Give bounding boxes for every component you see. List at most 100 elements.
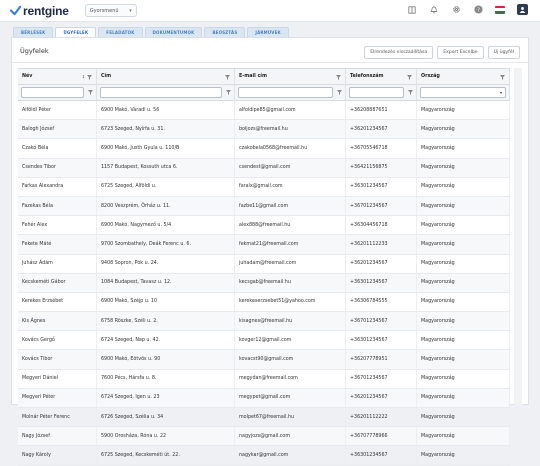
email-cell: megydan@freemail.com <box>235 369 346 388</box>
table-row[interactable]: Csendes Tibor 1157 Budapest, Kossuth utca… <box>18 158 510 178</box>
new-customer-button[interactable]: Új ügyfél <box>487 46 520 59</box>
filter-address-input[interactable] <box>100 87 222 98</box>
column-header-country[interactable]: Ország <box>417 69 510 84</box>
column-header-name[interactable]: Név ↕ <box>18 69 97 84</box>
table-row[interactable]: Balogh József 6723 Szeged, Nyírfa u. 31. b… <box>18 120 510 140</box>
address-cell: 1084 Budapest, Tavasz u. 12. <box>97 273 235 292</box>
email-cell: alex888@freemail.hu <box>235 216 346 235</box>
filter-email-input[interactable] <box>238 87 333 98</box>
tab-jarmuvek[interactable]: JÁRMŰVEK <box>247 27 289 37</box>
address-cell: 6725 Szeged, Alföldi u. <box>97 177 235 196</box>
brand-logo[interactable]: rentgine <box>10 4 69 18</box>
filter-icon[interactable] <box>407 75 412 80</box>
table-row[interactable]: Megyeri Péter 6724 Szeged, Igen u. 23 megy… <box>18 388 510 408</box>
email-cell: kecsgab@freemail.hu <box>235 273 346 292</box>
gear-icon[interactable] <box>451 5 461 15</box>
bell-icon[interactable] <box>429 5 439 15</box>
address-cell: 6724 Szeged, Igen u. 23 <box>97 388 235 407</box>
table-row[interactable]: Kovács Tibor 6900 Makó, Eötvös u. 90 kovac… <box>18 350 510 370</box>
table-row[interactable]: Czakó Béla 6900 Makó, Justh Gyula u. 110/… <box>18 139 510 159</box>
reset-layout-button[interactable]: Elrendezés visszaállítása <box>364 46 434 59</box>
filter-name-input[interactable] <box>21 87 84 98</box>
phone-cell: +36201234567 <box>346 120 417 139</box>
email-cell: fazbe11@gmail.com <box>235 196 346 216</box>
email-cell: csendest@gmail.com <box>235 158 346 177</box>
flag-icon[interactable] <box>495 5 505 14</box>
email-cell: faralx@gmail.com <box>235 177 346 196</box>
filter-country-select[interactable]: ▾ <box>420 87 506 98</box>
email-cell: czakobela0568@freemail.hu <box>235 139 346 158</box>
name-cell: Balogh József <box>18 120 97 139</box>
address-cell: 5900 Orosháza, Róna u. 22 <box>97 427 235 446</box>
grid-body: Alföldi Péter 6900 Makó, Váradi u. 56 alfo… <box>18 101 510 466</box>
address-cell: 6900 Makó, Nagymező u. 5/4 <box>97 216 235 235</box>
name-cell: Fekete Máté <box>18 235 97 254</box>
table-row[interactable]: Molnár Péter Ferenc 6726 Szeged, Szélia u… <box>18 408 510 428</box>
filter-icon[interactable] <box>336 75 341 80</box>
table-row[interactable]: Kis Ágnes 6758 Röszke, Széli u. 2. kisagne… <box>18 312 510 332</box>
filter-icon[interactable] <box>87 75 92 80</box>
country-cell: Magyarország <box>417 408 510 427</box>
quick-menu-dropdown[interactable]: Gyorsmenü ▾ <box>84 4 137 17</box>
brand-name: rentgine <box>23 3 69 18</box>
table-row[interactable]: Nagy Károly 6725 Szeged, Kecskeméti út. 2… <box>18 446 510 466</box>
email-cell: boljozs@freemail.hu <box>235 120 346 139</box>
user-icon[interactable] <box>517 4 528 15</box>
customers-panel: Ügyfelek Elrendezés visszaállítása Expor… <box>11 37 529 466</box>
vertical-scrollbar[interactable] <box>514 68 522 406</box>
table-row[interactable]: Nagy József 5900 Orosháza, Róna u. 22 nagy… <box>18 427 510 447</box>
column-header-address[interactable]: Cím <box>97 69 235 84</box>
address-cell: 6726 Szeged, Szélia u. 34 <box>97 408 235 427</box>
country-cell: Magyarország <box>417 369 510 388</box>
address-cell: 9700 Szombathely, Deák Ferenc u. 6. <box>97 235 235 254</box>
country-cell: Magyarország <box>417 235 510 254</box>
table-row[interactable]: Fazekas Béla 8200 Veszprém, Őrház u. 11. f… <box>18 196 510 217</box>
country-cell: Magyarország <box>417 120 510 139</box>
column-header-phone[interactable]: Telefonszám <box>346 69 417 84</box>
table-row[interactable]: Fehér Alex 6900 Makó, Nagymező u. 5/4 alex… <box>18 216 510 236</box>
table-row[interactable]: Kovács Gergő 6724 Szeged, Nap u. 42. kovge… <box>18 331 510 351</box>
filter-icon[interactable] <box>408 90 413 95</box>
column-header-label: E-mail cím <box>239 74 267 79</box>
phone-cell: +36306784555 <box>346 292 417 312</box>
name-cell: Farkas Alexandra <box>18 177 97 196</box>
name-cell: Megyeri Péter <box>18 388 97 407</box>
name-cell: Kovács Gergő <box>18 331 97 350</box>
address-cell: 7600 Pécs, Hársfa u. 8. <box>97 369 235 388</box>
filter-icon[interactable] <box>337 90 342 95</box>
table-row[interactable]: Juhász Ádám 9408 Sopron, Pók u. 24. juhada… <box>18 254 510 274</box>
table-row[interactable]: Megyeri Dániel 7600 Pécs, Hársfa u. 8. meg… <box>18 369 510 389</box>
table-row[interactable]: Kerekes Erzsébet 6900 Makó, Széjp u. 10 ke… <box>18 292 510 313</box>
filter-icon[interactable] <box>500 75 505 80</box>
email-cell: kovger12@gmail.com <box>235 331 346 350</box>
table-row[interactable]: Farkas Alexandra 6725 Szeged, Alföldi u. f… <box>18 177 510 197</box>
filter-icon[interactable] <box>225 75 230 80</box>
name-cell: Nagy József <box>18 427 97 446</box>
address-cell: 6725 Szeged, Kecskeméti út. 22. <box>97 446 235 465</box>
customers-grid: Név ↕ Cím E-mail cím Telefonszám Ország <box>18 68 510 466</box>
name-cell: Kerekes Erzsébet <box>18 292 97 312</box>
tab-dokumentumok[interactable]: DOKUMENTUMOK <box>144 27 203 37</box>
tab-feladatok[interactable]: FELADATOK <box>98 27 143 37</box>
table-row[interactable]: Kecskeméti Gábor 1084 Budapest, Tavasz u.… <box>18 273 510 293</box>
name-cell: Fehér Alex <box>18 216 97 235</box>
country-cell: Magyarország <box>417 254 510 273</box>
table-row[interactable]: Fekete Máté 9700 Szombathely, Deák Ferenc… <box>18 235 510 255</box>
filter-icon[interactable] <box>88 90 93 95</box>
country-cell: Magyarország <box>417 139 510 158</box>
table-row[interactable]: Alföldi Péter 6900 Makó, Váradi u. 56 alfo… <box>18 101 510 121</box>
country-cell: Magyarország <box>417 446 510 465</box>
filter-phone-input[interactable] <box>349 87 404 98</box>
export-excel-button[interactable]: Export Excelbe <box>437 46 484 59</box>
filter-icon[interactable] <box>226 90 231 95</box>
email-cell: juhadam@freemail.com <box>235 254 346 273</box>
help-icon[interactable]: ? <box>473 5 483 15</box>
column-header-email[interactable]: E-mail cím <box>235 69 346 84</box>
email-cell: nagykar@gmail.com <box>235 446 346 465</box>
book-icon[interactable] <box>407 5 417 15</box>
tab-berlesek[interactable]: BÉRLÉSEK <box>13 27 54 37</box>
tab-beosztas[interactable]: BEOSZTÁS <box>204 27 246 37</box>
svg-text:?: ? <box>477 8 480 14</box>
sort-icon[interactable]: ↕ <box>82 74 85 79</box>
tab-ugyfelek[interactable]: ÜGYFELEK <box>55 27 97 37</box>
